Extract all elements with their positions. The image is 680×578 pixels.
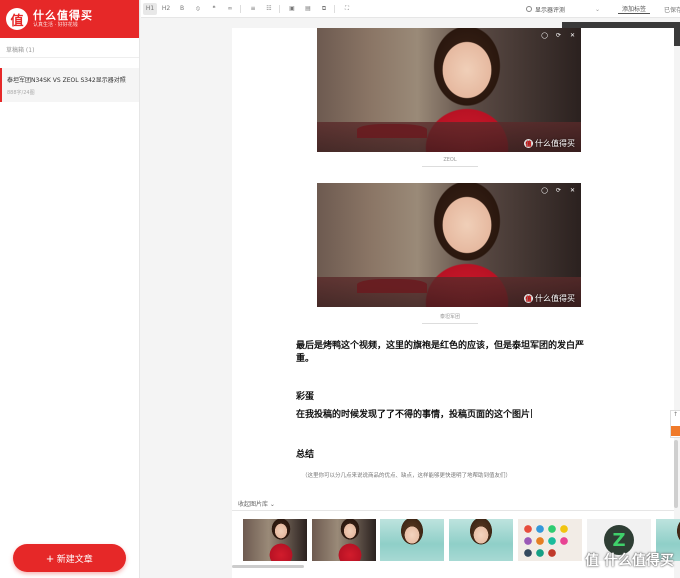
feedback-icon[interactable]: [671, 426, 680, 436]
article-paragraph[interactable]: 最后是烤鸭这个视频，这里的旗袍是红色的应该，但是泰坦军团的发白严重。: [296, 340, 596, 366]
article-image[interactable]: ◯ ⟳ ✕ 值 什么值得买: [317, 183, 581, 307]
text-cursor: [531, 409, 533, 418]
chevron-down-icon: ⌄: [594, 5, 600, 13]
heading1-icon[interactable]: H1: [143, 2, 157, 15]
image-delete-icon[interactable]: ✕: [568, 31, 577, 40]
draft-title: 泰坦军团N34SK VS ZEOL S342显示器对照: [7, 77, 126, 84]
photo: [317, 183, 581, 307]
draft-item[interactable]: 泰坦军团N34SK VS ZEOL S342显示器对照 888字/24图: [0, 68, 139, 102]
image-rotate-icon[interactable]: ⟳: [554, 186, 563, 195]
gallery-thumbnail[interactable]: [380, 519, 444, 561]
brand-slogan: 认真生活 · 好好花钱: [33, 22, 78, 28]
image-caption[interactable]: 泰坦军团: [422, 313, 478, 324]
article-paragraph[interactable]: 在我投稿的时候发现了了不得的事情，投稿页面的这个图片: [296, 409, 596, 422]
video-icon[interactable]: ▤: [301, 3, 315, 15]
gallery-thumbnail[interactable]: [312, 519, 376, 561]
toolbar-divider: [279, 4, 280, 13]
article-image[interactable]: ◯ ⟳ ✕ 值 什么值得买: [317, 28, 581, 152]
editor-canvas[interactable]: ◯ ⟳ ✕ 值 什么值得买 ZEOL ◯ ⟳ ✕ 值 什么值得买 泰坦军团 最后…: [232, 28, 674, 578]
drafts-header: 草稿箱 (1): [0, 38, 139, 58]
bold-icon[interactable]: B: [175, 3, 189, 15]
strike-icon[interactable]: ⦸: [191, 3, 205, 15]
back-to-top-icon[interactable]: ↑: [671, 411, 680, 423]
new-article-label: 新建文章: [56, 553, 93, 564]
gallery-thumbnail[interactable]: [243, 519, 307, 561]
heading2-icon[interactable]: H2: [159, 3, 173, 15]
section-heading[interactable]: 彩蛋: [296, 391, 596, 404]
photo: [317, 28, 581, 152]
image-rotate-icon[interactable]: ⟳: [554, 31, 563, 40]
summary-placeholder[interactable]: （这里你可以分几点来说说商品的优点、缺点，这样能够更快速明了地帮助到值友们）: [302, 471, 511, 479]
plus-icon: +: [46, 550, 54, 566]
image-watermark: 值 什么值得买: [524, 138, 575, 149]
gallery-scrollbar[interactable]: [232, 565, 304, 568]
gallery-thumbnail[interactable]: [449, 519, 513, 561]
collapse-gallery-button[interactable]: 收起图片库 ⌄: [238, 499, 275, 508]
watermark-text: 什么值得买: [535, 139, 575, 148]
fullscreen-icon[interactable]: ⛶: [340, 3, 354, 15]
image-edit-icon[interactable]: ◯: [540, 186, 549, 195]
image-edit-icon[interactable]: ◯: [540, 31, 549, 40]
image-icon[interactable]: ▣: [285, 3, 299, 15]
image-watermark: 值 什么值得买: [524, 293, 575, 304]
brand-header[interactable]: 值 什么值得买 认真生活 · 好好花钱: [0, 0, 139, 38]
gallery-thumbnail[interactable]: [518, 519, 582, 561]
gallery-divider: [232, 510, 674, 511]
list-unordered-icon[interactable]: ≡: [246, 3, 260, 15]
link-icon[interactable]: ∞: [223, 3, 237, 15]
new-article-button[interactable]: + 新建文章: [13, 544, 126, 572]
saved-status: 已保存: [664, 6, 680, 14]
page-scrollbar[interactable]: [674, 440, 678, 508]
site-watermark: 值 什么值得买: [585, 553, 674, 569]
watermark-logo-icon: 值: [524, 294, 533, 303]
watermark-logo-icon: 值: [524, 139, 533, 148]
toolbar-divider: [334, 4, 335, 13]
product-card-icon[interactable]: ⧉: [317, 3, 331, 15]
add-tag-button[interactable]: 添加标签: [617, 4, 650, 14]
brand-logo-icon: 值: [6, 8, 28, 30]
side-float-widget[interactable]: ↑: [670, 410, 680, 438]
category-select[interactable]: 显示器评测 ⌄: [525, 5, 600, 14]
list-ordered-icon[interactable]: ☷: [262, 3, 276, 15]
image-delete-icon[interactable]: ✕: [568, 186, 577, 195]
image-caption[interactable]: ZEOL: [422, 157, 478, 167]
section-heading[interactable]: 总结: [296, 449, 596, 462]
brand-name: 什么值得买: [33, 9, 93, 22]
sidebar: 值 什么值得买 认真生活 · 好好花钱 草稿箱 (1) 泰坦军团N34SK VS…: [0, 0, 140, 578]
paragraph-text: 在我投稿的时候发现了了不得的事情，投稿页面的这个图片: [296, 410, 531, 420]
watermark-text: 什么值得买: [535, 294, 575, 303]
category-label: 显示器评测: [534, 6, 565, 14]
quote-icon[interactable]: ❝: [207, 3, 221, 15]
editor-toolbar: H1 H2 B ⦸ ❝ ∞ ≡ ☷ ▣ ▤ ⧉ ⛶ 显示器评测 ⌄ 添加标签 已…: [141, 0, 680, 18]
category-icon: [525, 6, 532, 12]
draft-meta: 888字/24图: [7, 90, 35, 96]
toolbar-divider: [240, 4, 241, 13]
image-controls: ◯ ⟳ ✕: [535, 186, 577, 195]
image-controls: ◯ ⟳ ✕: [535, 31, 577, 40]
